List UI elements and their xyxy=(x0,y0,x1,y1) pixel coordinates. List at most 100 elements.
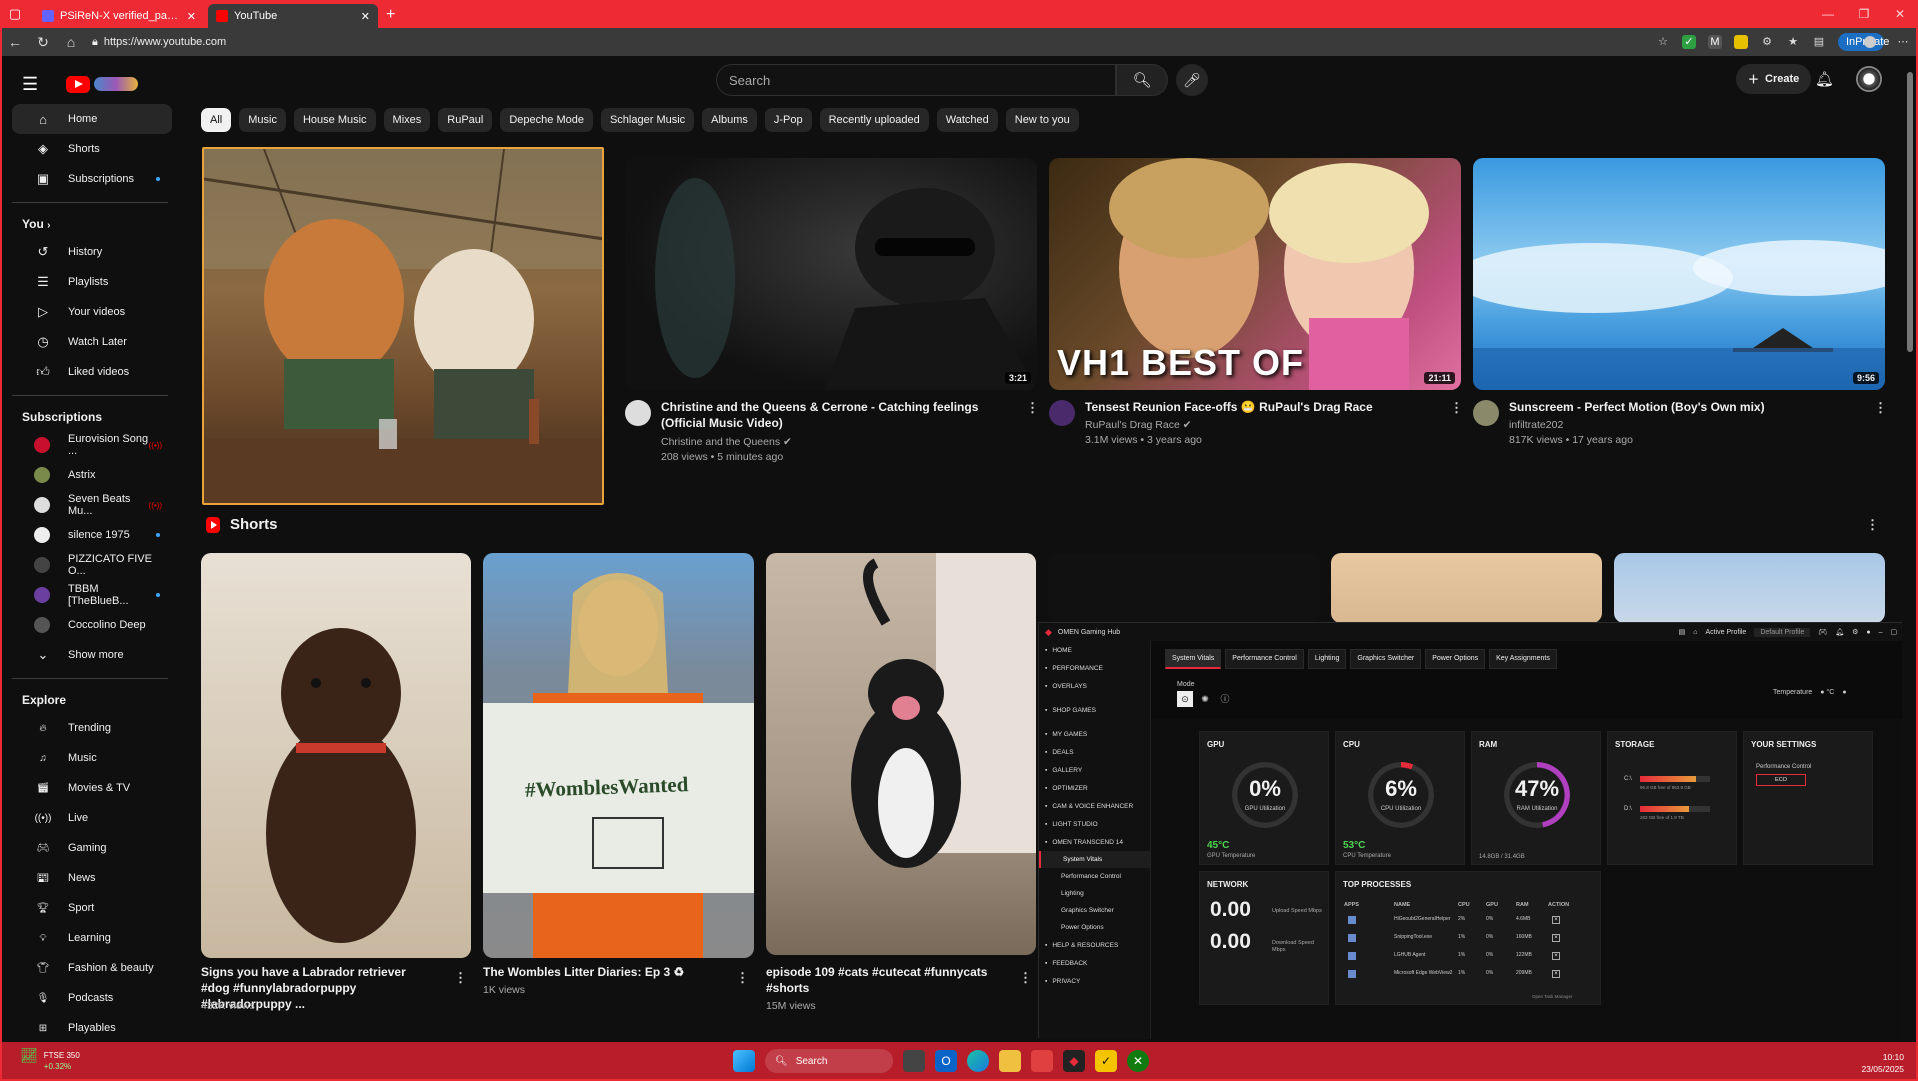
channel-name[interactable]: Christine and the Queens ✔ xyxy=(661,435,792,450)
notification-icon[interactable]: 🔔︎ xyxy=(1835,628,1844,636)
you-section-header[interactable]: You › xyxy=(0,203,180,237)
filter-chip[interactable]: Mixes xyxy=(383,108,431,132)
filter-chip[interactable]: Albums xyxy=(702,108,757,132)
inprivate-badge[interactable]: InPrivate xyxy=(1838,33,1889,51)
tab-actions-icon[interactable]: ▢ xyxy=(0,0,30,28)
file-explorer-icon[interactable] xyxy=(999,1050,1021,1072)
page-scrollbar[interactable] xyxy=(1902,56,1918,1042)
omen-tab[interactable]: Graphics Switcher xyxy=(1350,649,1422,669)
performance-mode-badge[interactable]: ECO xyxy=(1756,774,1806,786)
more-actions-icon[interactable]: ⋮ xyxy=(454,970,467,986)
task-view-icon[interactable] xyxy=(903,1050,925,1072)
omen-nav-item[interactable]: ▪ HOME xyxy=(1039,641,1150,659)
short-thumbnail[interactable] xyxy=(1614,553,1885,623)
profile-select[interactable]: Default Profile xyxy=(1754,627,1811,637)
video-title[interactable]: Christine and the Queens & Cerrone - Cat… xyxy=(661,399,1011,431)
short-thumbnail[interactable] xyxy=(766,553,1036,955)
xbox-icon[interactable]: ✕ xyxy=(1127,1050,1149,1072)
extension-m-icon[interactable]: M xyxy=(1708,35,1722,49)
filter-chip[interactable]: Watched xyxy=(936,108,998,132)
mode-fan-icon[interactable]: ✺ xyxy=(1197,691,1213,707)
omen-nav-item[interactable]: ▪ OMEN TRANSCEND 14 xyxy=(1039,833,1150,851)
mode-info-icon[interactable]: ⓘ xyxy=(1217,691,1233,707)
omen-nav-item[interactable]: ▪ MY GAMES xyxy=(1039,725,1150,743)
extension-green-icon[interactable]: ✓ xyxy=(1682,35,1696,49)
refresh-icon[interactable]: ↻ xyxy=(36,34,50,51)
search-button[interactable]: 🔍︎ xyxy=(1116,64,1168,96)
more-actions-icon[interactable]: ⋮ xyxy=(1019,970,1032,986)
filter-chip[interactable]: New to you xyxy=(1005,108,1079,132)
end-process-icon[interactable]: × xyxy=(1552,952,1560,960)
omen-subnav-item[interactable]: Performance Control xyxy=(1039,868,1150,885)
search-input[interactable]: Search xyxy=(716,64,1116,96)
omen-nav-item[interactable]: ▪ OPTIMIZER xyxy=(1039,779,1150,797)
filter-chip[interactable]: All xyxy=(201,108,232,132)
filter-chip[interactable]: Recently uploaded xyxy=(819,108,929,132)
omen-taskbar-icon[interactable]: ◆ xyxy=(1063,1050,1085,1072)
sidebar-item-history[interactable]: ↺ History xyxy=(12,237,172,267)
extension-yellow-icon[interactable] xyxy=(1734,35,1748,49)
omen-tab[interactable]: Key Assignments xyxy=(1489,649,1557,669)
sidebar-subscription-item[interactable]: silence 1975 xyxy=(12,520,172,550)
sidebar-item-liked-videos[interactable]: 👍︎ Liked videos xyxy=(12,357,172,387)
filter-chip[interactable]: Music xyxy=(239,108,286,132)
notifications-bell-icon[interactable]: 🔔︎ xyxy=(1815,70,1834,88)
filter-chip[interactable]: House Music xyxy=(293,108,376,132)
minimize-icon[interactable]: — xyxy=(1810,0,1846,28)
extensions-icon[interactable]: ⚙ xyxy=(1760,35,1774,49)
omen-nav-item[interactable]: ▪ SHOP GAMES xyxy=(1039,701,1150,719)
filter-chip[interactable]: Depeche Mode xyxy=(500,108,593,132)
end-process-icon[interactable]: × xyxy=(1552,970,1560,978)
norton-icon[interactable]: ✓ xyxy=(1095,1050,1117,1072)
filter-chip[interactable]: RuPaul xyxy=(438,108,493,132)
sidebar-subscription-item[interactable]: Eurovision Song ... ((•)) xyxy=(12,430,172,460)
sidebar-item-explore[interactable]: ♫ Music xyxy=(12,743,172,773)
sidebar-subscription-item[interactable]: Seven Beats Mu... ((•)) xyxy=(12,490,172,520)
voice-search-button[interactable]: 🎤︎ xyxy=(1176,64,1208,96)
create-button[interactable]: ＋ Create xyxy=(1736,64,1812,94)
short-thumbnail[interactable] xyxy=(1048,553,1320,623)
sidebar-item-explore[interactable]: 👕︎ Fashion & beauty xyxy=(12,953,172,983)
show-more-button[interactable]: ⌄ Show more xyxy=(12,640,172,670)
short-thumbnail[interactable] xyxy=(201,553,471,958)
omen-nav-item[interactable]: ▪ LIGHT STUDIO xyxy=(1039,815,1150,833)
favorites-icon[interactable]: ★ xyxy=(1786,35,1800,49)
sidebar-item-watch-later[interactable]: ◷ Watch Later xyxy=(12,327,172,357)
more-actions-icon[interactable]: ⋮ xyxy=(1450,400,1463,416)
omen-tab[interactable]: Performance Control xyxy=(1225,649,1304,669)
omen-footer-nav-item[interactable]: ▪ FEEDBACK xyxy=(1039,954,1150,972)
sidebar-item-explore[interactable]: 🎙︎ Podcasts xyxy=(12,983,172,1013)
omen-nav-item[interactable]: ▪ CAM & VOICE ENHANCER xyxy=(1039,797,1150,815)
omen-subnav-item[interactable]: Graphics Switcher xyxy=(1039,902,1150,919)
new-tab-button[interactable]: + xyxy=(386,4,395,28)
sidebar-item-shorts[interactable]: ◈ Shorts xyxy=(12,134,172,164)
omen-nav-item[interactable]: ▪ PERFORMANCE xyxy=(1039,659,1150,677)
omen-tab[interactable]: Lighting xyxy=(1307,649,1347,669)
mode-performance-icon[interactable]: ⊙ xyxy=(1177,691,1193,707)
sidebar-item-playlists[interactable]: ☰ Playlists xyxy=(12,267,172,297)
controller-icon[interactable]: 🎮︎ xyxy=(1818,628,1827,636)
settings-gear-icon[interactable]: ⚙ xyxy=(1852,628,1858,636)
omen-home-icon[interactable]: ⌂ xyxy=(1693,629,1697,636)
omen-footer-nav-item[interactable]: ▪ HELP & RESOURCES xyxy=(1039,936,1150,954)
omen-tab[interactable]: System Vitals xyxy=(1165,649,1222,669)
sidebar-item-explore[interactable]: 🏆︎ Sport xyxy=(12,893,172,923)
filter-chip[interactable]: J-Pop xyxy=(764,108,812,132)
sidebar-subscription-item[interactable]: Astrix xyxy=(12,460,172,490)
collections-icon[interactable]: ▤ xyxy=(1812,35,1826,49)
outlook-icon[interactable]: O xyxy=(935,1050,957,1072)
browser-tab-mastodon[interactable]: PSiReN-X verified_paws: "#Plato... ✕ xyxy=(34,4,204,28)
taskbar-search[interactable]: 🔍︎ Search xyxy=(765,1049,893,1073)
sidebar-item-your-videos[interactable]: ▷ Your videos xyxy=(12,297,172,327)
omen-footer-nav-item[interactable]: ▪ PRIVACY xyxy=(1039,972,1150,990)
omen-nav-item[interactable]: ▪ OVERLAYS xyxy=(1039,677,1150,695)
menu-icon[interactable]: ☰ xyxy=(22,74,46,95)
channel-avatar[interactable] xyxy=(1049,400,1075,426)
back-icon[interactable]: ← xyxy=(8,34,22,50)
snipping-tool-icon[interactable] xyxy=(1031,1050,1053,1072)
maximize-icon[interactable]: ▢ xyxy=(1891,628,1898,636)
close-window-icon[interactable]: ✕ xyxy=(1882,0,1918,28)
user-icon[interactable]: ● xyxy=(1866,629,1870,636)
sidebar-item-explore[interactable]: ⊞ Playables xyxy=(12,1013,172,1043)
end-process-icon[interactable]: × xyxy=(1552,934,1560,942)
